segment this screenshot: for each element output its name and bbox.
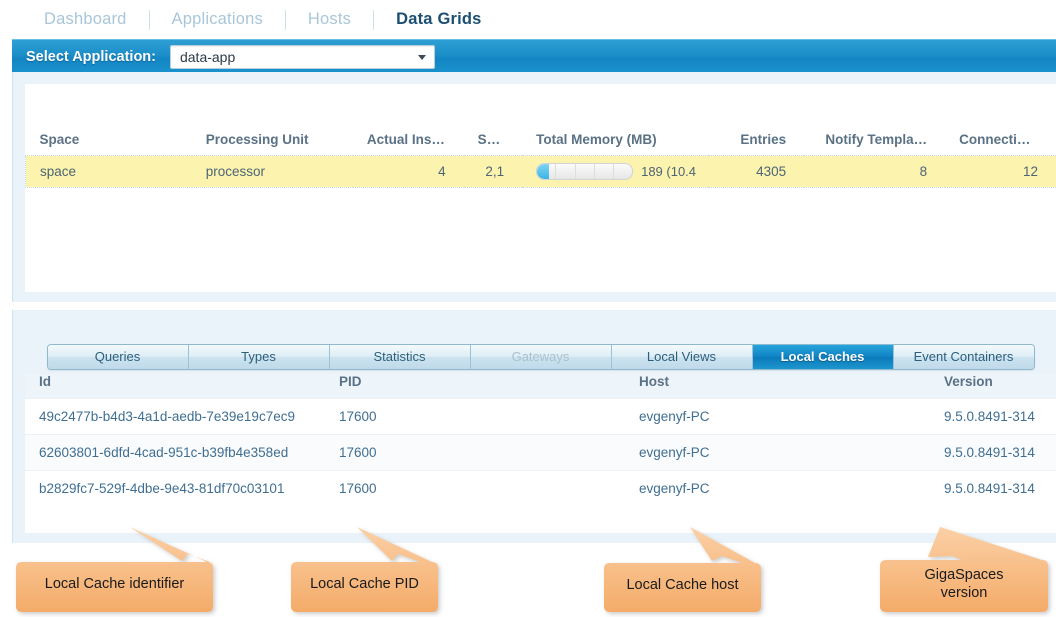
detail-panel-inner: Queries Types Statistics Gateways Local … — [25, 322, 1056, 533]
cell-actual-instances: 4 — [352, 155, 464, 188]
main-navigation: Dashboard Applications Hosts Data Grids — [0, 0, 1056, 39]
cell-id: 49c2477b-b4d3-4a1d-aedb-7e39e19c7ec9 — [25, 398, 325, 435]
column-header-pid[interactable]: PID — [325, 374, 625, 399]
column-header-total-memory[interactable]: Total Memory (MB) — [522, 132, 709, 156]
column-header-processing-unit[interactable]: Processing Unit — [191, 132, 353, 156]
tab-local-views[interactable]: Local Views — [611, 345, 753, 369]
local-caches-table-container: Id PID Host Version 49c2477b-b4d3-4a1d-a… — [25, 374, 1056, 533]
detail-panel: Queries Types Statistics Gateways Local … — [12, 310, 1056, 543]
space-grid-panel: Space Processing Unit Actual Instan… SLA… — [12, 72, 1056, 302]
column-header-id[interactable]: Id — [25, 374, 325, 399]
column-header-connections[interactable]: Connections — [945, 132, 1056, 156]
nav-item-applications[interactable]: Applications — [150, 10, 285, 29]
select-application-bar: Select Application: data-app — [0, 39, 1056, 76]
nav-item-dashboard[interactable]: Dashboard — [22, 10, 149, 29]
cell-entries: 4305 — [708, 155, 805, 188]
cell-processing-unit: processor — [191, 155, 353, 188]
memory-value-label: 189 (10.4 — [641, 164, 697, 179]
cell-space: space — [24, 155, 192, 188]
application-dropdown[interactable]: data-app — [169, 45, 435, 69]
tab-statistics[interactable]: Statistics — [329, 345, 471, 369]
column-header-space[interactable]: Space — [25, 132, 192, 156]
chevron-down-icon — [417, 54, 426, 60]
callout-label-identifier: Local Cache identifier — [44, 576, 185, 592]
tab-types[interactable]: Types — [188, 345, 330, 369]
select-application-label: Select Application: — [26, 49, 156, 65]
tab-queries[interactable]: Queries — [47, 345, 189, 369]
nav-item-data-grids[interactable]: Data Grids — [374, 10, 503, 29]
nav-item-hosts[interactable]: Hosts — [286, 10, 373, 29]
tab-gateways: Gateways — [470, 345, 612, 369]
detail-tabs: Queries Types Statistics Gateways Local … — [25, 344, 1056, 370]
tab-local-caches[interactable]: Local Caches — [752, 345, 894, 369]
cell-total-memory: 189 (10.4 — [522, 155, 709, 188]
table-row[interactable]: 49c2477b-b4d3-4a1d-aedb-7e39e19c7ec9 176… — [25, 398, 1056, 435]
space-grid-header-row: Space Processing Unit Actual Instan… SLA… — [25, 132, 1056, 156]
cell-pid: 17600 — [325, 470, 625, 506]
column-header-actual-instances[interactable]: Actual Instan… — [352, 132, 464, 156]
cell-version: 9.5.0.8491-314 — [930, 470, 1056, 506]
space-grid-table: Space Processing Unit Actual Instan… SLA… — [24, 132, 1056, 188]
cell-id: b2829fc7-529f-4dbe-9e43-81df70c03101 — [25, 470, 325, 506]
cell-host: evgenyf-PC — [625, 470, 930, 506]
column-header-notify-templates[interactable]: Notify Templa… — [804, 132, 946, 156]
local-caches-table: Id PID Host Version 49c2477b-b4d3-4a1d-a… — [25, 374, 1056, 506]
space-grid-container: Space Processing Unit Actual Instan… SLA… — [24, 84, 1056, 292]
column-header-version[interactable]: Version — [930, 374, 1056, 399]
cell-pid: 17600 — [325, 398, 625, 435]
cell-host: evgenyf-PC — [625, 398, 930, 435]
table-row[interactable]: space processor 4 2,1 189 (10.4 4305 8 1… — [24, 155, 1056, 188]
cell-id: 62603801-6dfd-4cad-951c-b39fb4e358ed — [25, 434, 325, 471]
cell-connections: 12 — [945, 155, 1056, 188]
cell-sla: 2,1 — [463, 155, 523, 188]
table-row[interactable]: 62603801-6dfd-4cad-951c-b39fb4e358ed 176… — [25, 434, 1056, 471]
memory-progress-bar — [536, 163, 634, 180]
table-row[interactable]: b2829fc7-529f-4dbe-9e43-81df70c03101 176… — [25, 470, 1056, 506]
cell-host: evgenyf-PC — [625, 434, 930, 471]
callout-label-version: GigaSpaces version — [924, 567, 1004, 601]
cell-version: 9.5.0.8491-314 — [930, 434, 1056, 471]
column-header-entries[interactable]: Entries — [708, 132, 805, 156]
cell-notify-templates: 8 — [804, 155, 946, 188]
cell-pid: 17600 — [325, 434, 625, 471]
column-header-host[interactable]: Host — [625, 374, 930, 399]
detail-header-row: Id PID Host Version — [25, 374, 1056, 399]
column-header-sla[interactable]: SLA — [463, 132, 523, 156]
tab-event-containers[interactable]: Event Containers — [893, 345, 1034, 369]
application-dropdown-value: data-app — [179, 49, 236, 65]
callout-label-pid: Local Cache PID — [310, 576, 419, 592]
callout-label-host: Local Cache host — [626, 577, 739, 593]
cell-version: 9.5.0.8491-314 — [930, 398, 1056, 435]
